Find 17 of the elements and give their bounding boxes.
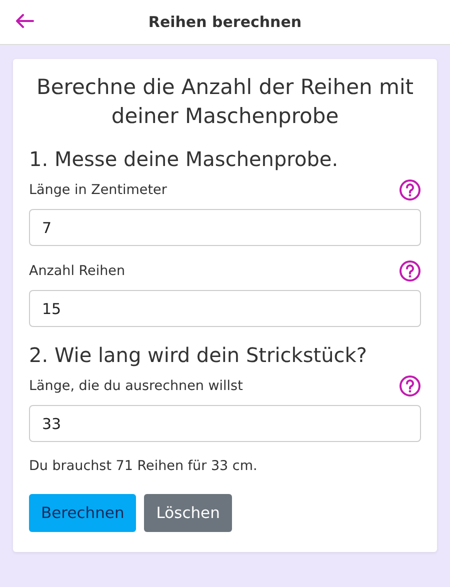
input-field[interactable]: 33 bbox=[29, 405, 421, 442]
back-arrow-icon[interactable] bbox=[16, 14, 34, 28]
result-text: Du brauchst 71 Reihen für 33 cm. bbox=[29, 458, 258, 474]
calculate-button[interactable]: Berechnen bbox=[29, 494, 136, 532]
input-field[interactable]: 15 bbox=[29, 290, 421, 327]
help-icon[interactable] bbox=[399, 179, 421, 201]
page-title: Reihen berechnen bbox=[148, 13, 302, 31]
clear-button[interactable]: Löschen bbox=[144, 494, 232, 532]
field-label: Länge, die du ausrechnen willst bbox=[29, 378, 243, 394]
section-heading: 2. Wie lang wird dein Strickstück? bbox=[29, 342, 368, 369]
card-title: Berechne die Anzahl der Reihen mit deiner Maschenprobe bbox=[35, 74, 415, 130]
field-label: Anzahl Reihen bbox=[29, 263, 125, 279]
help-icon[interactable] bbox=[399, 260, 421, 282]
input-field[interactable]: 7 bbox=[29, 209, 421, 246]
field-label: Länge in Zentimeter bbox=[29, 182, 167, 198]
help-icon[interactable] bbox=[399, 375, 421, 397]
section-heading: 1. Messe deine Maschenprobe. bbox=[29, 146, 340, 173]
